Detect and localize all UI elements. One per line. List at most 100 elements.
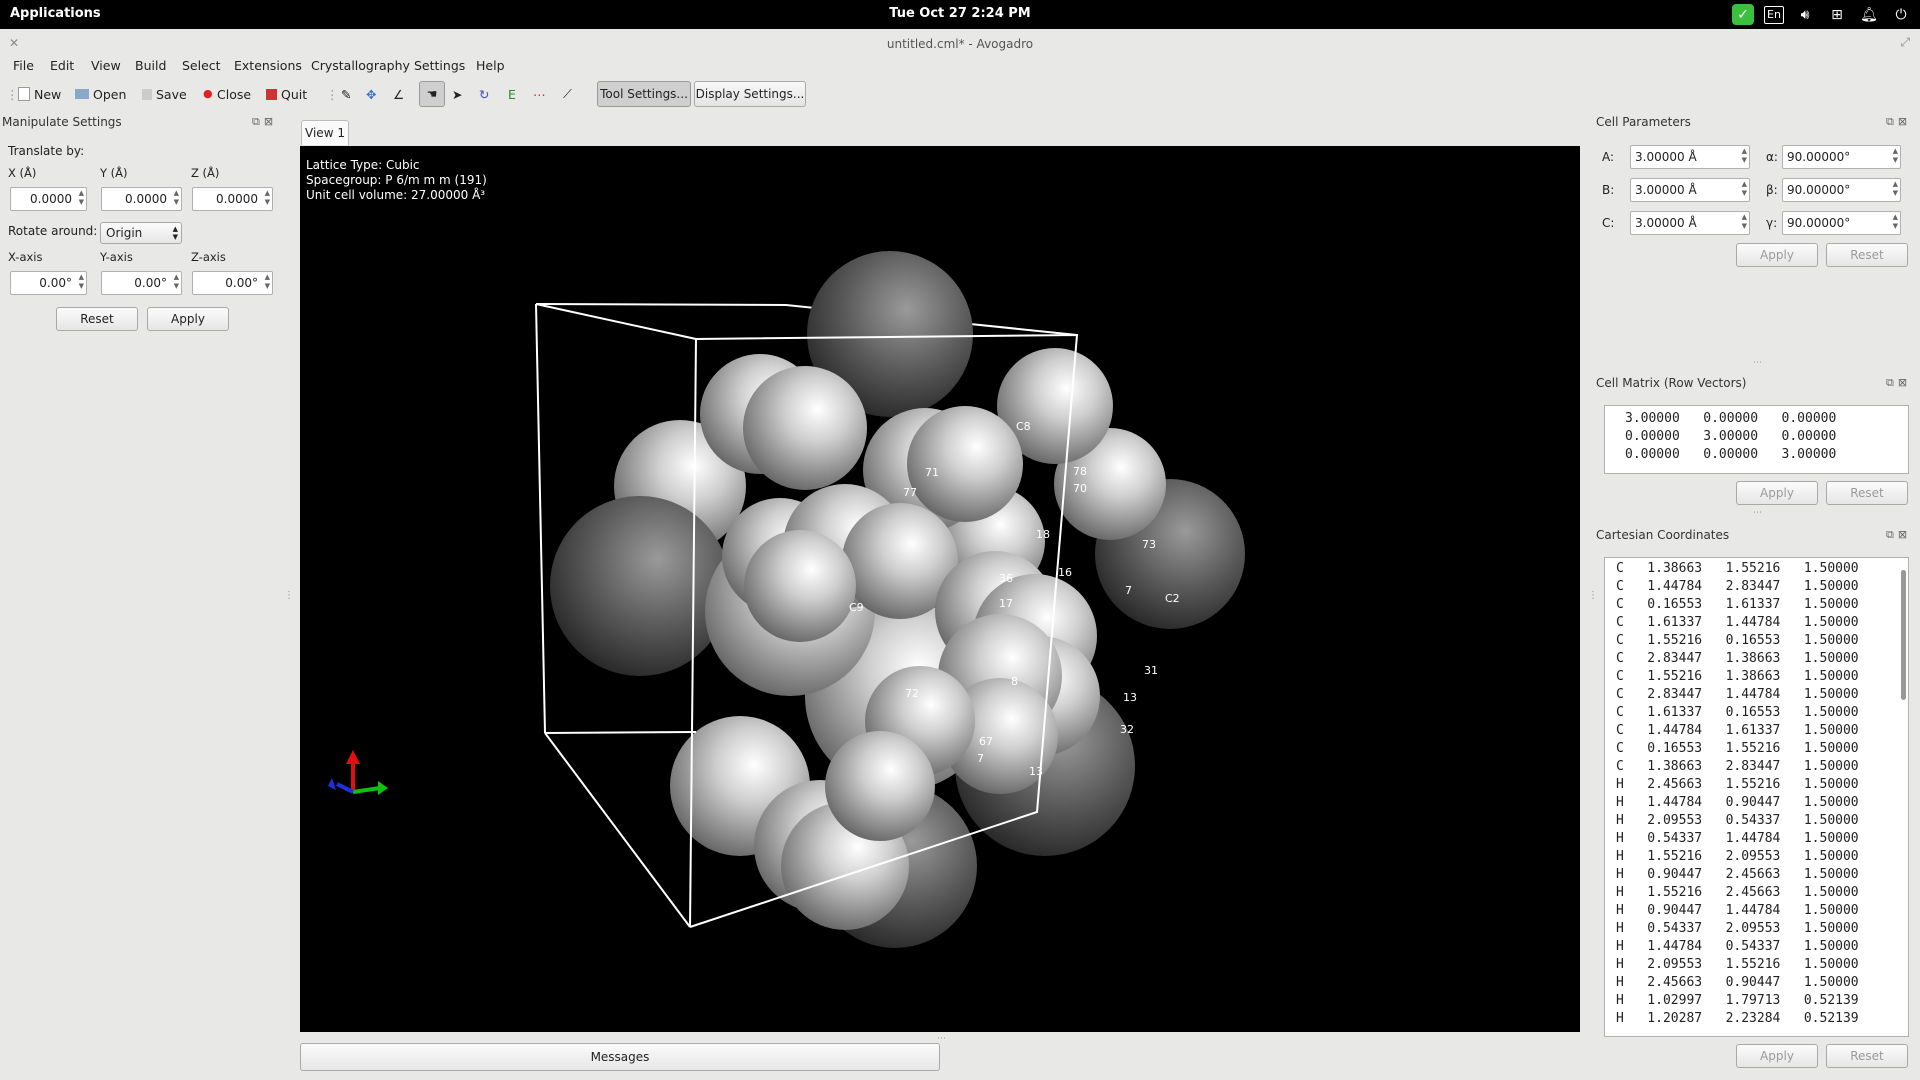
spin-arrows-icon[interactable]: ▲ ▼ bbox=[1893, 147, 1898, 165]
quit-button[interactable]: Quit bbox=[266, 84, 307, 104]
cell-params-reset-button[interactable]: Reset bbox=[1826, 243, 1908, 267]
a-length-spinbox[interactable]: 3.00000 Å ▲ ▼ bbox=[1630, 145, 1750, 169]
z-translate-spinbox[interactable]: 0.0000 ▲ ▼ bbox=[192, 187, 273, 211]
keyboard-language-indicator[interactable]: En bbox=[1764, 5, 1784, 24]
measure-tool-icon[interactable]: ⋯ bbox=[533, 84, 546, 104]
notification-bell-icon[interactable]: 🔔︎ bbox=[1858, 4, 1880, 25]
right-dock-resize-handle[interactable]: ⋮ bbox=[1588, 590, 1598, 601]
dock-float-icon[interactable]: ⧉ bbox=[252, 115, 260, 129]
y-translate-spinbox[interactable]: 0.0000 ▲ ▼ bbox=[101, 187, 182, 211]
menu-build[interactable]: Build bbox=[135, 58, 166, 73]
coordinate-row: C 1.38663 1.55216 1.50000 bbox=[1616, 561, 1859, 576]
coordinate-row: C 1.38663 2.83447 1.50000 bbox=[1616, 759, 1859, 774]
atom-label: 7 bbox=[1125, 584, 1132, 597]
dock-close-icon[interactable]: ⊠ bbox=[1898, 376, 1907, 390]
new-button[interactable]: New bbox=[18, 84, 61, 104]
gamma-angle-spinbox[interactable]: 90.00000° ▲ ▼ bbox=[1782, 211, 1901, 235]
z-axis-rotate-spinbox[interactable]: 0.00° ▲ ▼ bbox=[192, 271, 273, 295]
coordinate-row: C 0.16553 1.61337 1.50000 bbox=[1616, 597, 1859, 612]
atom-label: 13 bbox=[1029, 765, 1043, 778]
matrix-row: 3.00000 0.00000 0.00000 bbox=[1625, 411, 1837, 426]
x-translate-spinbox[interactable]: 0.0000 ▲ ▼ bbox=[10, 187, 87, 211]
dock-close-icon[interactable]: ⊠ bbox=[1898, 115, 1907, 129]
coordinate-row: H 2.45663 0.90447 1.50000 bbox=[1616, 975, 1859, 990]
menu-view[interactable]: View bbox=[91, 58, 121, 73]
display-settings-button[interactable]: Display Settings... bbox=[694, 81, 806, 107]
alpha-angle-spinbox[interactable]: 90.00000° ▲ ▼ bbox=[1782, 145, 1901, 169]
coordinates-scrollbar[interactable] bbox=[1901, 570, 1906, 700]
cell-parameters-title: Cell Parameters bbox=[1596, 115, 1691, 129]
b-label: B: bbox=[1602, 183, 1615, 197]
coordinate-row: C 1.55216 1.38663 1.50000 bbox=[1616, 669, 1859, 684]
menu-file[interactable]: File bbox=[13, 58, 34, 73]
dock-float-icon[interactable]: ⧉ bbox=[1886, 528, 1894, 542]
cartesian-reset-button[interactable]: Reset bbox=[1826, 1044, 1908, 1068]
atom-label: 18 bbox=[1036, 528, 1050, 541]
dock-splitter-handle[interactable]: ⋮ bbox=[284, 590, 294, 601]
volume-icon[interactable]: 🔊︎ bbox=[1794, 4, 1816, 25]
auto-optimize-tool-icon[interactable]: E bbox=[508, 84, 516, 104]
c-label: C: bbox=[1602, 216, 1615, 230]
menu-select[interactable]: Select bbox=[182, 58, 221, 73]
b-length-spinbox[interactable]: 3.00000 Å ▲ ▼ bbox=[1630, 178, 1750, 202]
spin-arrows-icon[interactable]: ▲ ▼ bbox=[265, 273, 270, 291]
cell-matrix-editor[interactable]: 3.00000 0.00000 0.00000 0.00000 3.00000 … bbox=[1604, 405, 1909, 474]
power-icon[interactable]: ⏻ bbox=[1890, 4, 1912, 25]
cartesian-coordinates-editor[interactable]: C 1.38663 1.55216 1.50000 C 1.44784 2.834… bbox=[1604, 557, 1909, 1037]
tab-view-1[interactable]: View 1 bbox=[301, 120, 349, 145]
spin-arrows-icon[interactable]: ▲ ▼ bbox=[1742, 147, 1747, 165]
select-tool-arrow-icon[interactable]: ➤ bbox=[452, 84, 462, 104]
spin-arrows-icon[interactable]: ▲ ▼ bbox=[265, 189, 270, 207]
beta-angle-spinbox[interactable]: 90.00000° ▲ ▼ bbox=[1782, 178, 1901, 202]
dock-float-icon[interactable]: ⧉ bbox=[1886, 376, 1894, 390]
open-button[interactable]: Open bbox=[75, 84, 126, 104]
messages-button[interactable]: Messages bbox=[300, 1043, 940, 1071]
dock-close-icon[interactable]: ⊠ bbox=[1898, 528, 1907, 542]
dock-splitter-handle[interactable]: ⋯ bbox=[1753, 508, 1762, 518]
menu-crystallography[interactable]: Crystallography bbox=[311, 58, 410, 73]
menu-help[interactable]: Help bbox=[476, 58, 505, 73]
save-button[interactable]: Save bbox=[142, 84, 187, 104]
molecule-3d-viewport[interactable]: Lattice Type: Cubic Spacegroup: P 6/m m … bbox=[300, 146, 1580, 1032]
security-shield-icon[interactable]: ✓ bbox=[1732, 4, 1754, 25]
cell-matrix-apply-button[interactable]: Apply bbox=[1736, 481, 1818, 505]
manipulate-reset-button[interactable]: Reset bbox=[56, 307, 138, 331]
spin-arrows-icon[interactable]: ▲ ▼ bbox=[1742, 213, 1747, 231]
rotate-around-select[interactable]: Origin ▲ ▼ bbox=[100, 222, 182, 244]
cell-matrix-reset-button[interactable]: Reset bbox=[1826, 481, 1908, 505]
y-axis-rotate-spinbox[interactable]: 0.00° ▲ ▼ bbox=[101, 271, 182, 295]
menu-extensions[interactable]: Extensions bbox=[234, 58, 302, 73]
window-maximize-icon[interactable]: ⤢ bbox=[1900, 35, 1910, 50]
close-button[interactable]: ● Close bbox=[203, 84, 251, 104]
autorotate-tool-icon[interactable]: ↻ bbox=[479, 84, 489, 104]
atom-label: 77 bbox=[903, 486, 917, 499]
x-axis-rotate-spinbox[interactable]: 0.00° ▲ ▼ bbox=[10, 271, 87, 295]
tool-settings-button[interactable]: Tool Settings... bbox=[597, 81, 691, 107]
manipulate-tool-hand-icon[interactable]: ☚ bbox=[419, 81, 445, 107]
spin-arrows-icon[interactable]: ▲ ▼ bbox=[79, 273, 84, 291]
spin-arrows-icon[interactable]: ▲ ▼ bbox=[1742, 180, 1747, 198]
align-tool-icon[interactable]: ⟋ bbox=[563, 84, 572, 104]
c-length-spinbox[interactable]: 3.00000 Å ▲ ▼ bbox=[1630, 211, 1750, 235]
dock-float-icon[interactable]: ⧉ bbox=[1886, 115, 1894, 129]
spin-arrows-icon[interactable]: ▲ ▼ bbox=[1893, 213, 1898, 231]
spin-arrows-icon[interactable]: ▲ ▼ bbox=[174, 273, 179, 291]
coordinate-row: H 1.20287 2.23284 0.52139 bbox=[1616, 1011, 1859, 1026]
dock-splitter-handle[interactable]: ⋯ bbox=[1753, 358, 1762, 368]
spin-arrows-icon[interactable]: ▲ ▼ bbox=[174, 189, 179, 207]
clock[interactable]: Tue Oct 27 2:24 PM bbox=[0, 6, 1920, 21]
network-icon[interactable]: ⊞ bbox=[1826, 4, 1848, 25]
draw-tool-pencil-icon[interactable]: ✎ bbox=[341, 84, 351, 104]
manipulate-settings-dock: Manipulate Settings ⧉ ⊠ Translate by: X … bbox=[0, 112, 294, 1080]
dock-close-icon[interactable]: ⊠ bbox=[264, 115, 273, 129]
menu-settings[interactable]: Settings bbox=[414, 58, 465, 73]
cell-params-apply-button[interactable]: Apply bbox=[1736, 243, 1818, 267]
spin-arrows-icon[interactable]: ▲ ▼ bbox=[79, 189, 84, 207]
navigate-tool-icon[interactable]: ✥ bbox=[366, 84, 376, 104]
spin-arrows-icon[interactable]: ▲ ▼ bbox=[1893, 180, 1898, 198]
cartesian-apply-button[interactable]: Apply bbox=[1736, 1044, 1818, 1068]
menu-edit[interactable]: Edit bbox=[50, 58, 74, 73]
bond-centric-tool-icon[interactable]: ∠ bbox=[393, 84, 404, 104]
rotate-around-label: Rotate around: bbox=[8, 224, 98, 238]
manipulate-apply-button[interactable]: Apply bbox=[147, 307, 229, 331]
